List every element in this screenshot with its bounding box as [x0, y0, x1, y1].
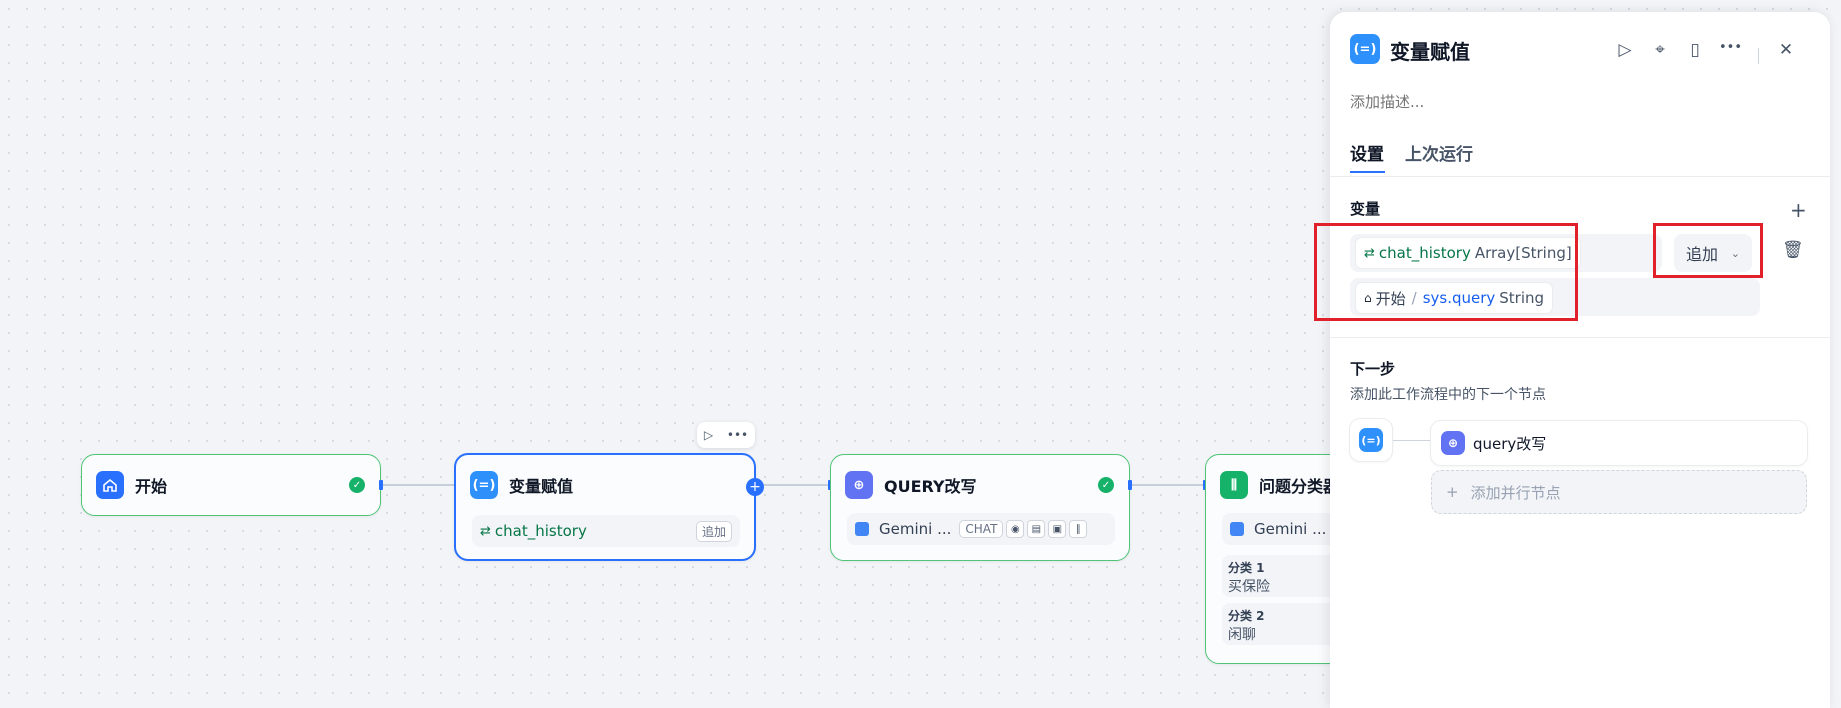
variable-assigner-icon: (=)	[1359, 428, 1383, 452]
image-icon: ▣	[1048, 520, 1067, 538]
highlight-box-operation	[1653, 223, 1763, 278]
plus-icon: +	[1446, 483, 1459, 501]
variable-assigner-icon: (=)	[1350, 34, 1380, 64]
tabs-divider	[1330, 176, 1830, 177]
next-node-item[interactable]: ⊕ query改写	[1431, 421, 1807, 465]
node-title: 开始	[135, 477, 168, 496]
llm-icon: ⊕	[1441, 431, 1465, 455]
crosshair-icon[interactable]: ⌖	[1649, 40, 1671, 60]
audio-icon: ∥	[1069, 520, 1088, 538]
tab-active-indicator	[1350, 171, 1385, 173]
output-handle[interactable]	[379, 480, 383, 490]
trash-icon[interactable]: 🗑	[1782, 240, 1804, 260]
success-check-icon: ✓	[349, 477, 365, 493]
add-node-icon[interactable]: +	[746, 478, 764, 496]
next-step-desc: 添加此工作流程中的下一个节点	[1350, 387, 1546, 403]
next-step-title: 下一步	[1350, 360, 1396, 378]
node-query-rewrite[interactable]: ⊕ QUERY改写 ✓ Gemini ... CHAT ◉ ▤ ▣ ∥	[830, 454, 1130, 561]
close-icon[interactable]: ✕	[1775, 40, 1797, 60]
run-icon[interactable]: ▷	[704, 428, 713, 442]
more-icon[interactable]: •••	[1719, 40, 1742, 55]
node-settings-panel: (=) 变量赋值 ▷ ⌖ ▯ ••• ✕ 设置 上次运行 变量 + ⇄ chat…	[1314, 12, 1830, 708]
operation-badge: 追加	[695, 520, 732, 542]
highlight-box-variables	[1314, 223, 1578, 321]
connector-line	[1393, 440, 1431, 441]
assign-row: ⇄ chat_history 追加	[472, 515, 740, 547]
next-node-name: query改写	[1473, 434, 1547, 453]
success-check-icon: ✓	[1098, 477, 1114, 493]
add-parallel-label: 添加并行节点	[1470, 483, 1561, 502]
toolbar-divider	[1758, 48, 1759, 64]
node-title: 变量赋值	[509, 477, 574, 496]
current-node-tile: (=)	[1350, 419, 1392, 461]
gemini-icon	[855, 522, 869, 536]
add-parallel-node-button[interactable]: + 添加并行节点	[1431, 470, 1807, 514]
node-start[interactable]: 开始 ✓	[81, 454, 381, 516]
add-icon[interactable]: +	[1790, 198, 1807, 222]
model-name: Gemini ...	[1254, 520, 1327, 538]
tab-last-run[interactable]: 上次运行	[1405, 140, 1473, 165]
classifier-icon: ⫼	[1220, 471, 1248, 499]
output-handle[interactable]	[1128, 480, 1132, 490]
conversation-var-icon: ⇄	[480, 523, 491, 539]
node-toolbar: ▷ •••	[697, 422, 755, 448]
more-icon[interactable]: •••	[727, 428, 748, 442]
node-title: 问题分类器	[1259, 477, 1340, 496]
panel-title[interactable]: 变量赋值	[1390, 36, 1470, 65]
description-input[interactable]	[1350, 90, 1790, 114]
document-icon: ▤	[1027, 520, 1046, 538]
mode-badge: CHAT	[959, 520, 1004, 538]
book-icon[interactable]: ▯	[1684, 40, 1706, 60]
variables-label: 变量	[1350, 200, 1381, 218]
tab-settings[interactable]: 设置	[1350, 140, 1384, 165]
node-variable-assigner[interactable]: (=) 变量赋值 ⇄ chat_history 追加 +	[454, 453, 764, 561]
eye-icon: ◉	[1006, 520, 1025, 538]
gemini-icon	[1230, 522, 1244, 536]
variable-name: chat_history	[494, 522, 587, 540]
model-row: Gemini ... CHAT ◉ ▤ ▣ ∥	[847, 513, 1115, 545]
run-icon[interactable]: ▷	[1614, 40, 1636, 60]
variable-assigner-icon: (=)	[470, 471, 498, 499]
section-divider	[1330, 337, 1830, 338]
llm-icon: ⊕	[845, 471, 873, 499]
model-name: Gemini ...	[879, 520, 952, 538]
node-title: QUERY改写	[884, 477, 977, 496]
home-icon	[96, 471, 124, 499]
